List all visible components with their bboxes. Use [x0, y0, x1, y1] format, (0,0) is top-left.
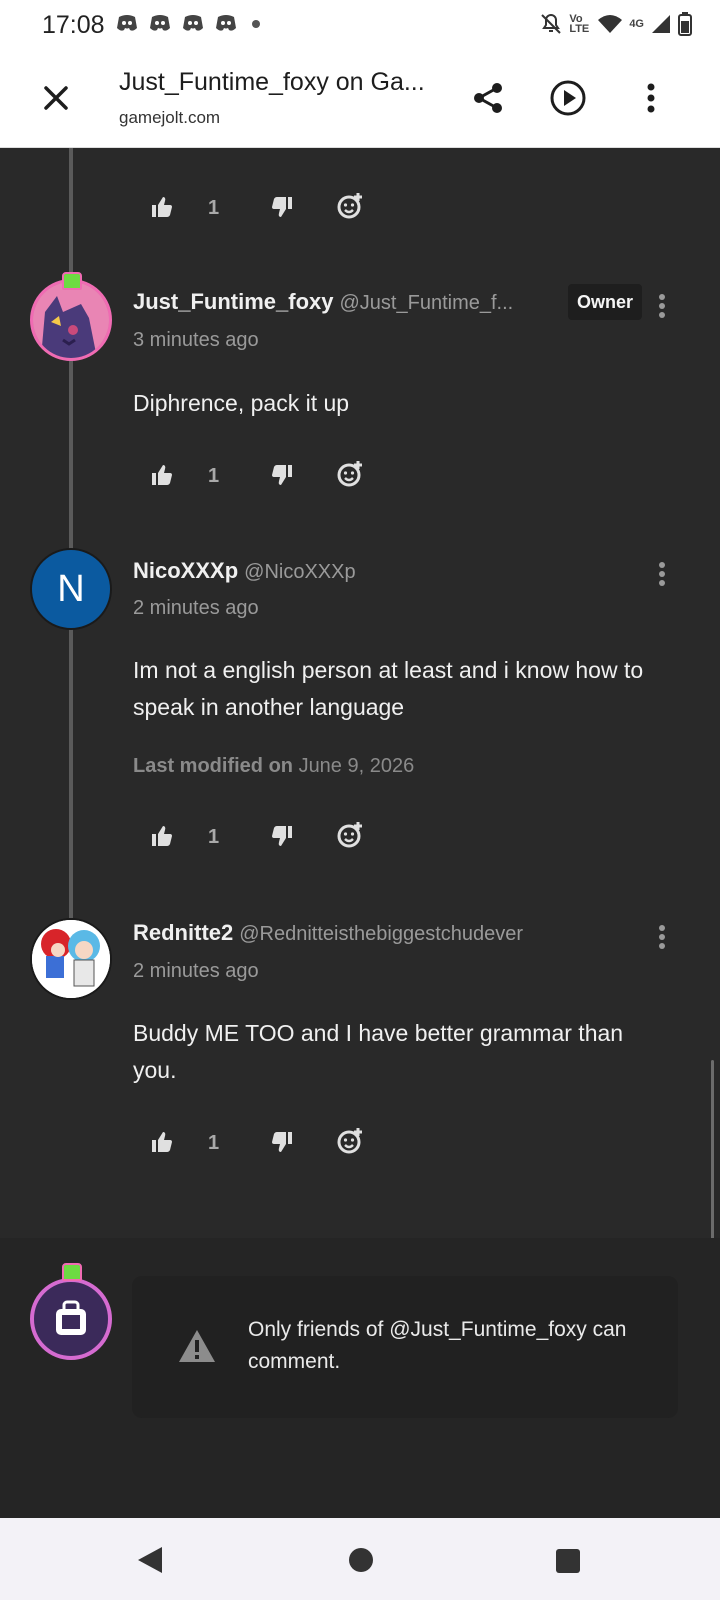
- share-button[interactable]: [466, 76, 510, 120]
- comment-body: Im not a english person at least and i k…: [133, 657, 644, 720]
- comment-composer-area: Only friends of @Just_Funtime_foxy can c…: [0, 1238, 720, 1518]
- author-name[interactable]: Rednitte2: [133, 920, 233, 945]
- play-button[interactable]: [546, 76, 590, 120]
- comment-options-icon[interactable]: [657, 923, 667, 953]
- thread-line: [69, 148, 73, 918]
- avatar-letter: N: [57, 567, 85, 610]
- close-icon[interactable]: [38, 80, 74, 116]
- like-count: 1: [208, 826, 220, 848]
- share-icon: [474, 83, 502, 113]
- author-handle[interactable]: @Rednitteisthebiggestchudever: [239, 923, 523, 945]
- add-reaction-icon[interactable]: [336, 821, 364, 849]
- discord-notification-icon: [150, 15, 170, 31]
- add-reaction-icon[interactable]: [336, 1127, 364, 1155]
- modified-label: Last modified on: [133, 755, 293, 777]
- avatar[interactable]: [30, 918, 112, 1000]
- comment-author[interactable]: Just_Funtime_foxy @Just_Funtime_f...: [133, 289, 513, 315]
- bell-off-icon: [541, 13, 562, 34]
- add-reaction-icon[interactable]: [336, 192, 364, 220]
- page-title: Just_Funtime_foxy on Ga...: [119, 68, 425, 96]
- comment-time: 2 minutes ago: [133, 960, 259, 982]
- comment-author[interactable]: Rednitte2 @Rednitteisthebiggestchudever: [133, 920, 523, 946]
- discord-notification-icon: [117, 15, 137, 31]
- more-options-button[interactable]: [629, 76, 673, 120]
- like-count: 1: [208, 465, 220, 487]
- comment-options-icon[interactable]: [657, 560, 667, 590]
- bag-icon: [56, 1300, 86, 1335]
- thumbs-up-icon[interactable]: [150, 463, 174, 487]
- page-domain: gamejolt.com: [119, 108, 221, 127]
- frog-badge-icon: [62, 1263, 82, 1281]
- play-circle-icon: [550, 80, 586, 116]
- thumbs-up-icon[interactable]: [150, 1130, 174, 1154]
- more-notifications-dot: [252, 20, 260, 28]
- recents-icon[interactable]: [555, 1548, 581, 1574]
- system-navigation-bar: [0, 1518, 720, 1600]
- comment-body: Buddy ME TOO and I have better grammar t…: [133, 1020, 624, 1083]
- add-reaction-icon[interactable]: [336, 460, 364, 488]
- comment-restriction-notice: Only friends of @Just_Funtime_foxy can c…: [132, 1276, 678, 1418]
- thumbs-down-icon[interactable]: [270, 1130, 294, 1154]
- last-modified: Last modified on June 9, 2026: [133, 755, 414, 778]
- characters-avatar-image: [32, 920, 110, 998]
- author-handle[interactable]: @Just_Funtime_f...: [340, 292, 514, 314]
- discord-notification-icon: [183, 15, 203, 31]
- signal-icon: [652, 15, 670, 33]
- owner-tag: Owner: [568, 284, 642, 320]
- home-icon[interactable]: [348, 1547, 374, 1573]
- thumbs-down-icon[interactable]: [270, 463, 294, 487]
- comment-time: 3 minutes ago: [133, 329, 259, 351]
- avatar[interactable]: [30, 279, 112, 361]
- author-name[interactable]: Just_Funtime_foxy: [133, 289, 334, 314]
- status-bar: 17:08 Vo LTE 4G: [0, 0, 720, 50]
- back-icon[interactable]: [136, 1545, 164, 1575]
- comments-feed[interactable]: 1 Just_Funtime_foxy @Just_Funtime_f... Ow…: [0, 148, 720, 1518]
- thumbs-down-icon[interactable]: [270, 195, 294, 219]
- comment-time: 2 minutes ago: [133, 597, 259, 619]
- modified-date: June 9, 2026: [298, 755, 415, 777]
- comment-author[interactable]: NicoXXXp @NicoXXXp: [133, 558, 356, 584]
- browser-toolbar: Just_Funtime_foxy on Ga... gamejolt.com: [0, 50, 720, 148]
- wifi-icon: [598, 15, 623, 33]
- frog-badge-icon: [62, 272, 82, 290]
- thumbs-up-icon[interactable]: [150, 195, 174, 219]
- thumbs-down-icon[interactable]: [270, 824, 294, 848]
- discord-notification-icon: [216, 15, 236, 31]
- network-type: 4G: [629, 18, 644, 30]
- author-handle[interactable]: @NicoXXXp: [244, 561, 355, 583]
- kebab-menu-icon: [647, 83, 655, 113]
- author-name[interactable]: NicoXXXp: [133, 558, 238, 583]
- status-time: 17:08: [42, 11, 105, 39]
- like-count: 1: [208, 197, 220, 219]
- volte-label: Vo LTE: [569, 13, 590, 35]
- status-indicators: Vo LTE 4G: [539, 10, 692, 38]
- avatar[interactable]: N: [30, 548, 112, 630]
- battery-icon: [678, 12, 692, 36]
- my-avatar[interactable]: [30, 1278, 112, 1360]
- notice-text: Only friends of @Just_Funtime_foxy can c…: [248, 1318, 627, 1373]
- thumbs-up-icon[interactable]: [150, 824, 174, 848]
- comment-options-icon[interactable]: [657, 292, 667, 322]
- comment-body: Diphrence, pack it up: [133, 390, 350, 416]
- fox-avatar-image: [33, 282, 109, 358]
- warning-icon: [179, 1330, 215, 1362]
- like-count: 1: [208, 1132, 220, 1154]
